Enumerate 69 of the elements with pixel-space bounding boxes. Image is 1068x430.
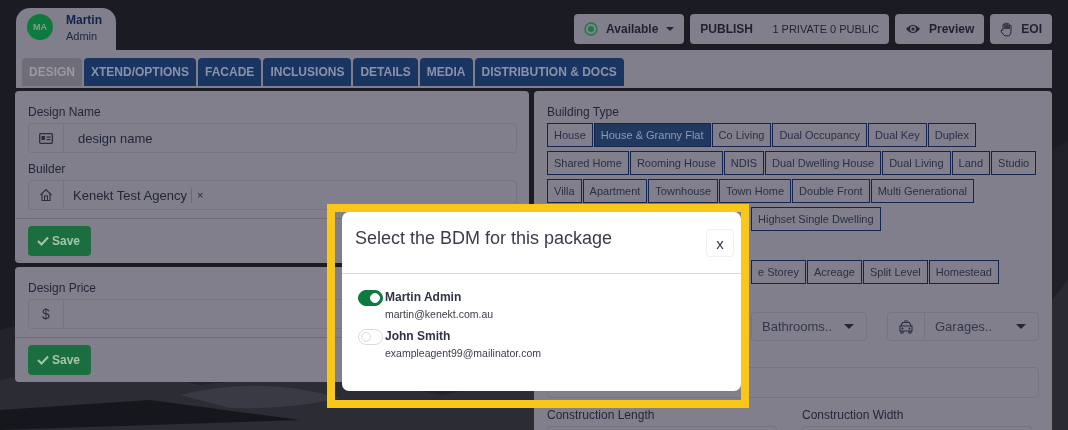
selected-value: Kenekt Test Agency: [73, 187, 192, 203]
tab[interactable]: XTEND/OPTIONS: [84, 58, 197, 86]
user-name: Martin: [66, 12, 102, 27]
check-icon: [37, 236, 49, 246]
status-icon: [584, 22, 599, 36]
bdm-email: martin@kenekt.com.au: [385, 308, 494, 320]
building-type-option[interactable]: Land: [951, 151, 991, 175]
status-dropdown[interactable]: Available: [574, 14, 685, 44]
building-type-option[interactable]: Shared Home: [547, 151, 629, 175]
building-type-option[interactable]: Townhouse: [648, 179, 718, 203]
design-name-field[interactable]: design name: [28, 123, 517, 153]
dropdown[interactable]: Garages..: [887, 312, 1039, 341]
builder-select[interactable]: Kenekt Test Agency ×: [28, 180, 517, 210]
preview-button[interactable]: Preview: [894, 14, 985, 44]
eoi-button[interactable]: EOI: [990, 14, 1052, 44]
remove-button[interactable]: ×: [196, 189, 204, 201]
field-label: Construction Width: [802, 408, 905, 422]
bdm-name: John Smith: [385, 329, 452, 343]
building-type-option[interactable]: Rooming House: [629, 151, 723, 175]
building-type-option[interactable]: Co Living: [711, 123, 772, 147]
user-role: Admin: [66, 29, 99, 42]
home-icon: [39, 188, 53, 202]
storey-option[interactable]: Split Level: [862, 260, 928, 284]
building-type-option[interactable]: Duplex: [927, 123, 976, 147]
field-label: Construction Length: [547, 408, 656, 422]
save-button[interactable]: Save: [28, 345, 92, 375]
close-button[interactable]: x: [706, 229, 734, 257]
hand-icon: [1000, 21, 1014, 37]
building-type-option[interactable]: NDIS: [723, 151, 765, 175]
tab[interactable]: DISTRIBUTION & DOCS: [474, 58, 624, 86]
field-label: Design Price: [28, 281, 97, 295]
tab[interactable]: MEDIA: [419, 58, 473, 86]
building-type-option[interactable]: Multi Generational: [870, 179, 974, 203]
building-type-option[interactable]: Town Home: [719, 179, 792, 203]
modal-title: Select the BDM for this package: [355, 228, 613, 249]
tab[interactable]: DETAILS: [353, 58, 418, 86]
building-type-option[interactable]: Dual Dwelling House: [765, 151, 882, 175]
toggle-switch[interactable]: [358, 290, 383, 306]
storey-option[interactable]: Acreage: [806, 260, 862, 284]
dropdown[interactable]: Bathrooms..: [751, 312, 867, 341]
save-button[interactable]: Save: [28, 226, 92, 256]
avatar: MA: [27, 14, 53, 40]
id-card-icon: [39, 132, 53, 144]
field-label: Design Name: [28, 105, 101, 119]
building-type-option[interactable]: House: [547, 123, 593, 147]
building-type-option[interactable]: Villa: [547, 179, 582, 203]
building-type-option[interactable]: Apartment: [582, 179, 648, 203]
building-type-option[interactable]: Double Front: [792, 179, 870, 203]
car-icon: [898, 319, 914, 334]
building-type-option[interactable]: Studio: [991, 151, 1037, 175]
building-type-option[interactable]: Highset Single Dwelling: [751, 207, 881, 231]
caret-icon: [1016, 323, 1026, 330]
caret-icon: [666, 26, 675, 32]
tab[interactable]: FACADE: [198, 58, 262, 86]
field-label: Builder: [28, 162, 66, 176]
currency-symbol: $: [42, 306, 50, 322]
bdm-email: exampleagent99@mailinator.com: [385, 347, 541, 359]
storey-option[interactable]: Homestead: [928, 260, 999, 284]
tab[interactable]: INCLUSIONS: [263, 58, 352, 86]
building-type-option[interactable]: Dual Occupancy: [772, 123, 868, 147]
storey-option[interactable]: e Storey: [751, 260, 806, 284]
publish-button[interactable]: PUBLISH 1 PRIVATE 0 PUBLIC: [690, 14, 889, 44]
building-type-option[interactable]: Dual Living: [882, 151, 951, 175]
building-type-option[interactable]: Dual Key: [868, 123, 927, 147]
eye-icon: [904, 23, 921, 35]
building-type-option[interactable]: House & Granny Flat: [593, 123, 711, 147]
check-icon: [37, 355, 49, 365]
caret-icon: [844, 323, 854, 330]
field-label: Building Type: [547, 105, 619, 119]
